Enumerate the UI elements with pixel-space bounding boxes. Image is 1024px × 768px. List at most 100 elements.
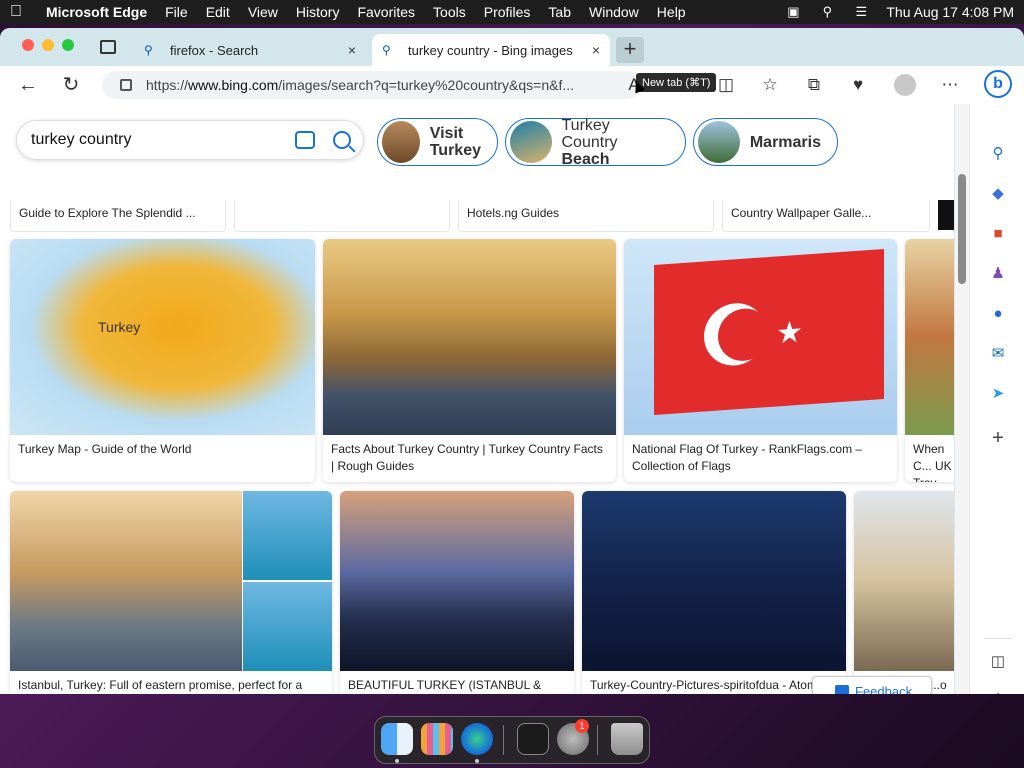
image-thumbnail-night-mosque[interactable] <box>340 491 574 671</box>
chip-label: Turkey Country Beach <box>561 116 618 168</box>
menu-tab[interactable]: Tab <box>548 4 571 20</box>
search-icon[interactable] <box>333 131 351 149</box>
menu-tools[interactable]: Tools <box>433 4 466 20</box>
minimize-window-button[interactable] <box>42 39 54 51</box>
sidebar-hide-icon[interactable]: ◫ <box>988 652 1008 672</box>
sidebar-outlook-icon[interactable]: ✉ <box>988 344 1008 364</box>
sidebar-settings-gear-icon[interactable]: ⚙ <box>988 690 1008 694</box>
image-thumbnail-minaret[interactable] <box>854 491 954 671</box>
image-caption[interactable]: National Flag Of Turkey - RankFlags.com … <box>632 441 889 475</box>
menubar-clock[interactable]: Thu Aug 17 4:08 PM <box>886 4 1014 20</box>
image-thumbnail-bosphorus-bridge[interactable] <box>582 491 846 671</box>
menu-window[interactable]: Window <box>589 4 639 20</box>
lock-icon[interactable] <box>120 79 132 91</box>
bing-images-page: turkey country Visit Turkey Turkey Countr… <box>0 104 954 694</box>
favorites-star-icon[interactable]: ☆ <box>760 75 780 95</box>
prev-row-caption[interactable] <box>234 200 450 232</box>
menu-help[interactable]: Help <box>657 4 686 20</box>
image-caption[interactable]: Facts About Turkey Country | Turkey Coun… <box>331 441 608 475</box>
vertical-scrollbar[interactable] <box>955 104 969 694</box>
sidebar-games-icon[interactable]: ♟ <box>988 264 1008 284</box>
partial-thumbnail[interactable] <box>938 200 954 230</box>
running-indicator <box>395 759 399 763</box>
macos-menu-bar:  Microsoft Edge File Edit View History … <box>0 0 1024 24</box>
image-result-card[interactable]: When C... UK Trav... <box>905 239 954 482</box>
visual-search-camera-icon[interactable] <box>295 131 315 149</box>
spotlight-search-icon[interactable]: ⚲ <box>818 4 836 19</box>
related-chip-visit-turkey[interactable]: Visit Turkey <box>377 118 498 166</box>
menu-view[interactable]: View <box>248 4 278 20</box>
search-query[interactable]: turkey country <box>31 131 295 149</box>
sidebar-tools-icon[interactable]: ■ <box>988 224 1008 244</box>
reload-icon[interactable]: ↻ <box>60 74 82 96</box>
search-input[interactable]: turkey country <box>16 120 364 160</box>
image-caption[interactable]: Istanbul, Turkey: Full of eastern promis… <box>18 677 324 694</box>
sidebar-shopping-icon[interactable]: ◆ <box>988 184 1008 204</box>
trash-icon[interactable] <box>611 723 643 755</box>
prev-row-caption[interactable]: Hotels.ng Guides <box>458 200 714 232</box>
close-window-button[interactable] <box>22 39 34 51</box>
image-thumbnail-turkish-flag[interactable]: ★ <box>624 239 897 435</box>
feedback-button[interactable]: Feedback <box>812 676 932 694</box>
apple-logo-icon[interactable]:  <box>10 3 28 21</box>
edge-browser-icon[interactable] <box>461 723 493 755</box>
image-thumbnail-bridge[interactable] <box>243 491 332 580</box>
image-caption[interactable]: ...o G... ...tica... <box>930 677 954 694</box>
tab-close-icon[interactable]: × <box>348 42 356 58</box>
bing-copilot-icon[interactable]: b <box>984 70 1012 98</box>
new-tab-button[interactable]: + <box>616 37 644 63</box>
image-result-card[interactable]: ★ National Flag Of Turkey - RankFlags.co… <box>624 239 897 482</box>
address-bar[interactable]: https://www.bing.com/images/search?q=tur… <box>102 71 642 99</box>
tab-bing-images[interactable]: ⚲ turkey country - Bing images × <box>372 34 610 66</box>
prev-row-caption[interactable]: Country Wallpaper Galle... <box>722 200 930 232</box>
sidebar-m365-icon[interactable]: ● <box>988 304 1008 324</box>
zoom-window-button[interactable] <box>62 39 74 51</box>
image-caption[interactable]: When C... UK Trav... <box>913 441 954 482</box>
launchpad-icon[interactable] <box>421 723 453 755</box>
image-thumbnail-istanbul[interactable] <box>323 239 616 435</box>
terminal-icon[interactable] <box>517 723 549 755</box>
menu-file[interactable]: File <box>165 4 188 20</box>
image-result-card[interactable]: BEAUTIFUL TURKEY (ISTANBUL & CAPPADOCIA)… <box>340 491 574 694</box>
browser-window: ⚲ firefox - Search × ⚲ turkey country - … <box>0 28 1024 694</box>
back-arrow-icon[interactable]: ← <box>17 74 39 96</box>
image-thumbnail-turkey-map[interactable]: Turkey <box>10 239 315 435</box>
collections-icon[interactable]: ⧉ <box>804 75 824 95</box>
tab-bar: ⚲ firefox - Search × ⚲ turkey country - … <box>0 28 1024 66</box>
image-result-card[interactable]: Turkey Turkey Map - Guide of the World <box>10 239 315 482</box>
image-caption[interactable]: Turkey-Country-Pictures-spiritofdua - At… <box>590 677 838 694</box>
tab-close-icon[interactable]: × <box>592 42 600 58</box>
menu-edit[interactable]: Edit <box>206 4 230 20</box>
prev-row-caption[interactable]: Guide to Explore The Splendid ... <box>10 200 226 232</box>
sidebar-drop-icon[interactable]: ➤ <box>988 384 1008 404</box>
menu-profiles[interactable]: Profiles <box>484 4 531 20</box>
screen-mirroring-icon[interactable]: ▣ <box>784 4 802 19</box>
more-options-icon[interactable]: ⋯ <box>940 75 960 95</box>
control-center-icon[interactable]: ☰ <box>852 4 870 19</box>
sidebar-add-icon[interactable]: + <box>988 428 1008 448</box>
related-chip-marmaris[interactable]: Marmaris <box>693 118 838 166</box>
image-thumbnail-houses[interactable] <box>905 239 954 435</box>
vertical-scroll-thumb[interactable] <box>958 174 966 284</box>
menu-favorites[interactable]: Favorites <box>357 4 415 20</box>
finder-icon[interactable] <box>381 723 413 755</box>
sidebar-search-icon[interactable]: ⚲ <box>988 144 1008 164</box>
image-thumbnail-ferry[interactable] <box>243 582 332 671</box>
browser-essentials-icon[interactable]: ♥ <box>848 75 868 95</box>
tab-title: firefox - Search <box>170 42 259 58</box>
split-screen-icon[interactable]: ◫ <box>716 75 736 95</box>
image-result-card[interactable]: Turkey-Country-Pictures-spiritofdua - At… <box>582 491 846 694</box>
tab-firefox-search[interactable]: ⚲ firefox - Search × <box>134 34 366 66</box>
image-result-card[interactable]: ...o G... ...tica... <box>854 491 954 694</box>
app-name-menu[interactable]: Microsoft Edge <box>46 4 147 20</box>
image-caption[interactable]: BEAUTIFUL TURKEY (ISTANBUL & CAPPADOCIA)… <box>348 677 566 694</box>
profile-avatar[interactable] <box>894 74 916 96</box>
image-result-card[interactable]: Istanbul, Turkey: Full of eastern promis… <box>10 491 332 694</box>
tab-actions-icon[interactable] <box>100 40 116 54</box>
image-thumbnail-istanbul-mosque[interactable] <box>10 491 242 671</box>
image-result-card[interactable]: Facts About Turkey Country | Turkey Coun… <box>323 239 616 482</box>
url-text[interactable]: https://www.bing.com/images/search?q=tur… <box>146 77 574 93</box>
related-chip-turkey-country-beach[interactable]: Turkey Country Beach <box>505 116 686 168</box>
image-caption[interactable]: Turkey Map - Guide of the World <box>18 441 307 458</box>
menu-history[interactable]: History <box>296 4 340 20</box>
